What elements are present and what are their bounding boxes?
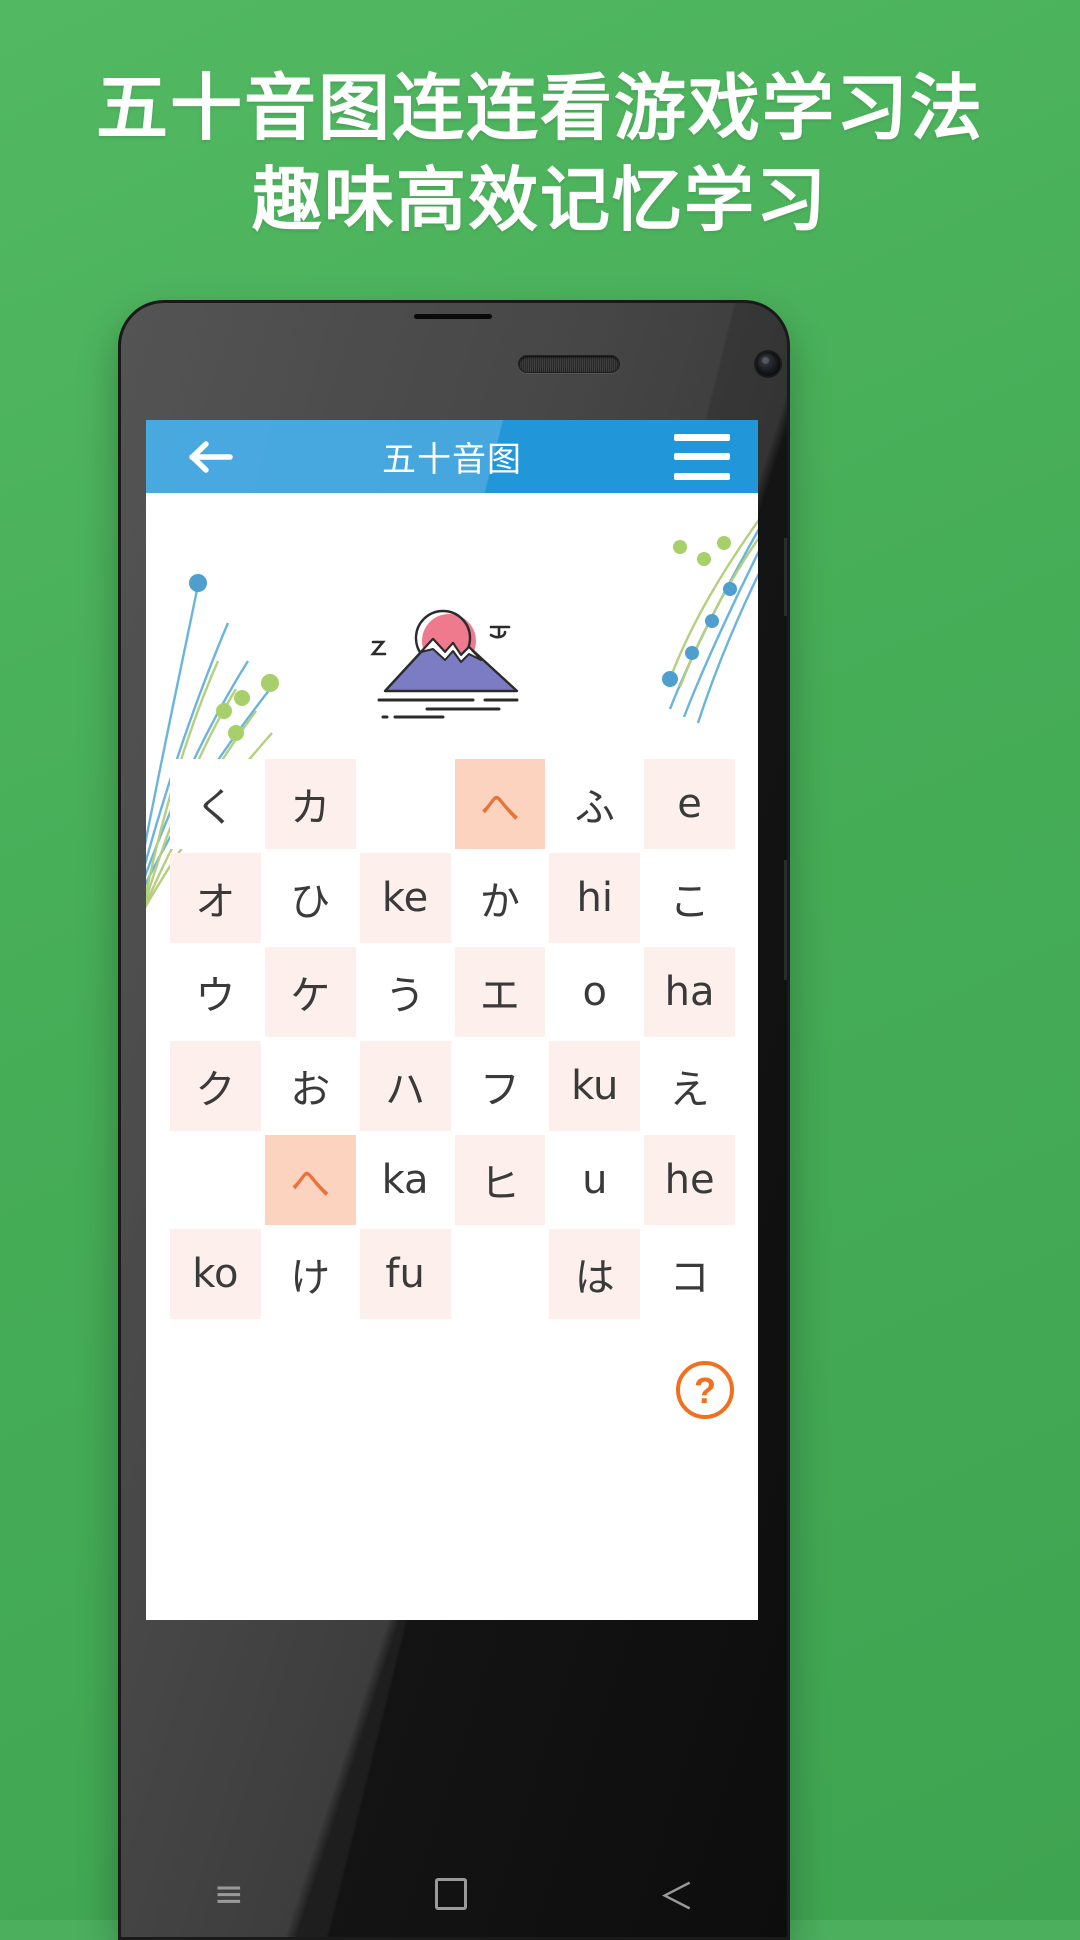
hamburger-line-1	[674, 433, 730, 441]
deco-dot	[673, 540, 687, 554]
deco-dot	[717, 536, 731, 550]
phone-volume-button[interactable]	[784, 538, 790, 616]
grid-cell[interactable]: ふ	[549, 759, 641, 849]
grid-cell[interactable]: け	[264, 1229, 356, 1319]
grid-cell-empty	[170, 1135, 261, 1225]
deco-dot	[216, 703, 232, 719]
grid-cell[interactable]: u	[549, 1135, 641, 1225]
grid-cell[interactable]: ウ	[170, 947, 261, 1037]
phone-mockup: 五十音图 く カ へ ふ e オ ひ ke か hi こ ウ ケ う エ o h…	[118, 300, 790, 1940]
question-mark-circle-icon: ?	[676, 1361, 734, 1419]
grid-cell[interactable]: e	[644, 759, 735, 849]
grid-cell[interactable]: か	[454, 853, 546, 943]
grid-cell[interactable]: hi	[549, 853, 641, 943]
grid-cell[interactable]: は	[549, 1229, 641, 1319]
hamburger-menu-button[interactable]	[674, 433, 730, 480]
promo-headline: 五十音图连连看游戏学习法 趣味高效记忆学习	[0, 62, 1080, 246]
grid-cell[interactable]: コ	[644, 1229, 735, 1319]
deco-dot	[189, 574, 207, 592]
phone-power-button[interactable]	[784, 860, 790, 980]
grid-cell[interactable]: he	[644, 1135, 735, 1225]
dandelion-stems-right	[662, 518, 758, 724]
grid-cell[interactable]: o	[549, 947, 641, 1037]
grid-cell[interactable]: え	[644, 1041, 735, 1131]
phone-top-slit	[414, 314, 492, 319]
deco-dot	[685, 646, 699, 660]
app-bar: 五十音图	[146, 420, 758, 493]
cloud-lines	[377, 698, 519, 719]
app-bar-title: 五十音图	[382, 440, 522, 480]
mount-fuji-sunrise-illustration	[370, 609, 519, 719]
phone-front-camera	[756, 352, 780, 376]
grid-cell[interactable]: へ	[454, 759, 546, 849]
grid-cell[interactable]: ke	[359, 853, 451, 943]
phone-screen: 五十音图 く カ へ ふ e オ ひ ke か hi こ ウ ケ う エ o h…	[146, 420, 758, 1620]
game-content-area: くカへふ e オひ ke か hi こウケうエ o ha クおハフ ku えへ ka ヒ u he ko け fu は…	[146, 493, 758, 1620]
deco-dot	[228, 725, 244, 741]
grid-cell[interactable]: オ	[170, 853, 261, 943]
deco-dot	[697, 552, 711, 566]
promo-headline-line2: 趣味高效记忆学习	[252, 159, 828, 241]
android-menu-icon[interactable]: ≡	[214, 1874, 244, 1915]
android-home-icon[interactable]	[435, 1878, 468, 1910]
android-navigation-bar: ≡ ＜	[118, 1848, 790, 1940]
grid-cell[interactable]: う	[359, 947, 451, 1037]
grid-cell[interactable]: カ	[264, 759, 356, 849]
deco-dot	[705, 614, 719, 628]
grid-cell[interactable]: ko	[170, 1229, 261, 1319]
kana-matching-grid[interactable]: くカへふ e オひ ke か hi こウケうエ o ha クおハフ ku えへ ka ヒ u he ko け fu は…	[170, 759, 735, 1319]
hamburger-line-2	[674, 453, 730, 460]
grid-cell[interactable]: フ	[454, 1041, 546, 1131]
grid-cell[interactable]: ヒ	[454, 1135, 546, 1225]
deco-dot	[723, 582, 737, 596]
grid-cell[interactable]: ケ	[264, 947, 356, 1037]
grid-cell[interactable]: く	[170, 759, 261, 849]
promo-headline-line1: 五十音图连连看游戏学习法	[95, 66, 984, 150]
phone-earpiece-speaker	[518, 355, 620, 373]
deco-dot	[234, 690, 250, 706]
grid-cell-empty	[359, 759, 451, 849]
hamburger-line-3	[674, 472, 730, 480]
android-back-icon[interactable]: ＜	[658, 1868, 694, 1920]
grid-cell[interactable]: へ	[264, 1135, 356, 1225]
grid-cell[interactable]: fu	[359, 1229, 451, 1319]
grid-cell[interactable]: ハ	[359, 1041, 451, 1131]
grid-cell[interactable]: エ	[454, 947, 546, 1037]
deco-dot	[261, 674, 279, 692]
help-label: ?	[694, 1370, 716, 1411]
help-button[interactable]: ?	[674, 1359, 736, 1421]
deco-dot	[662, 671, 678, 687]
grid-cell[interactable]: ク	[170, 1041, 261, 1131]
grid-cell[interactable]: ka	[359, 1135, 451, 1225]
grid-cell[interactable]: お	[264, 1041, 356, 1131]
grid-cell[interactable]: ひ	[264, 853, 356, 943]
grid-cell[interactable]: こ	[644, 853, 735, 943]
grid-cell[interactable]: ku	[549, 1041, 641, 1131]
grid-cell-empty	[454, 1229, 546, 1319]
grid-cell[interactable]: ha	[644, 947, 735, 1037]
